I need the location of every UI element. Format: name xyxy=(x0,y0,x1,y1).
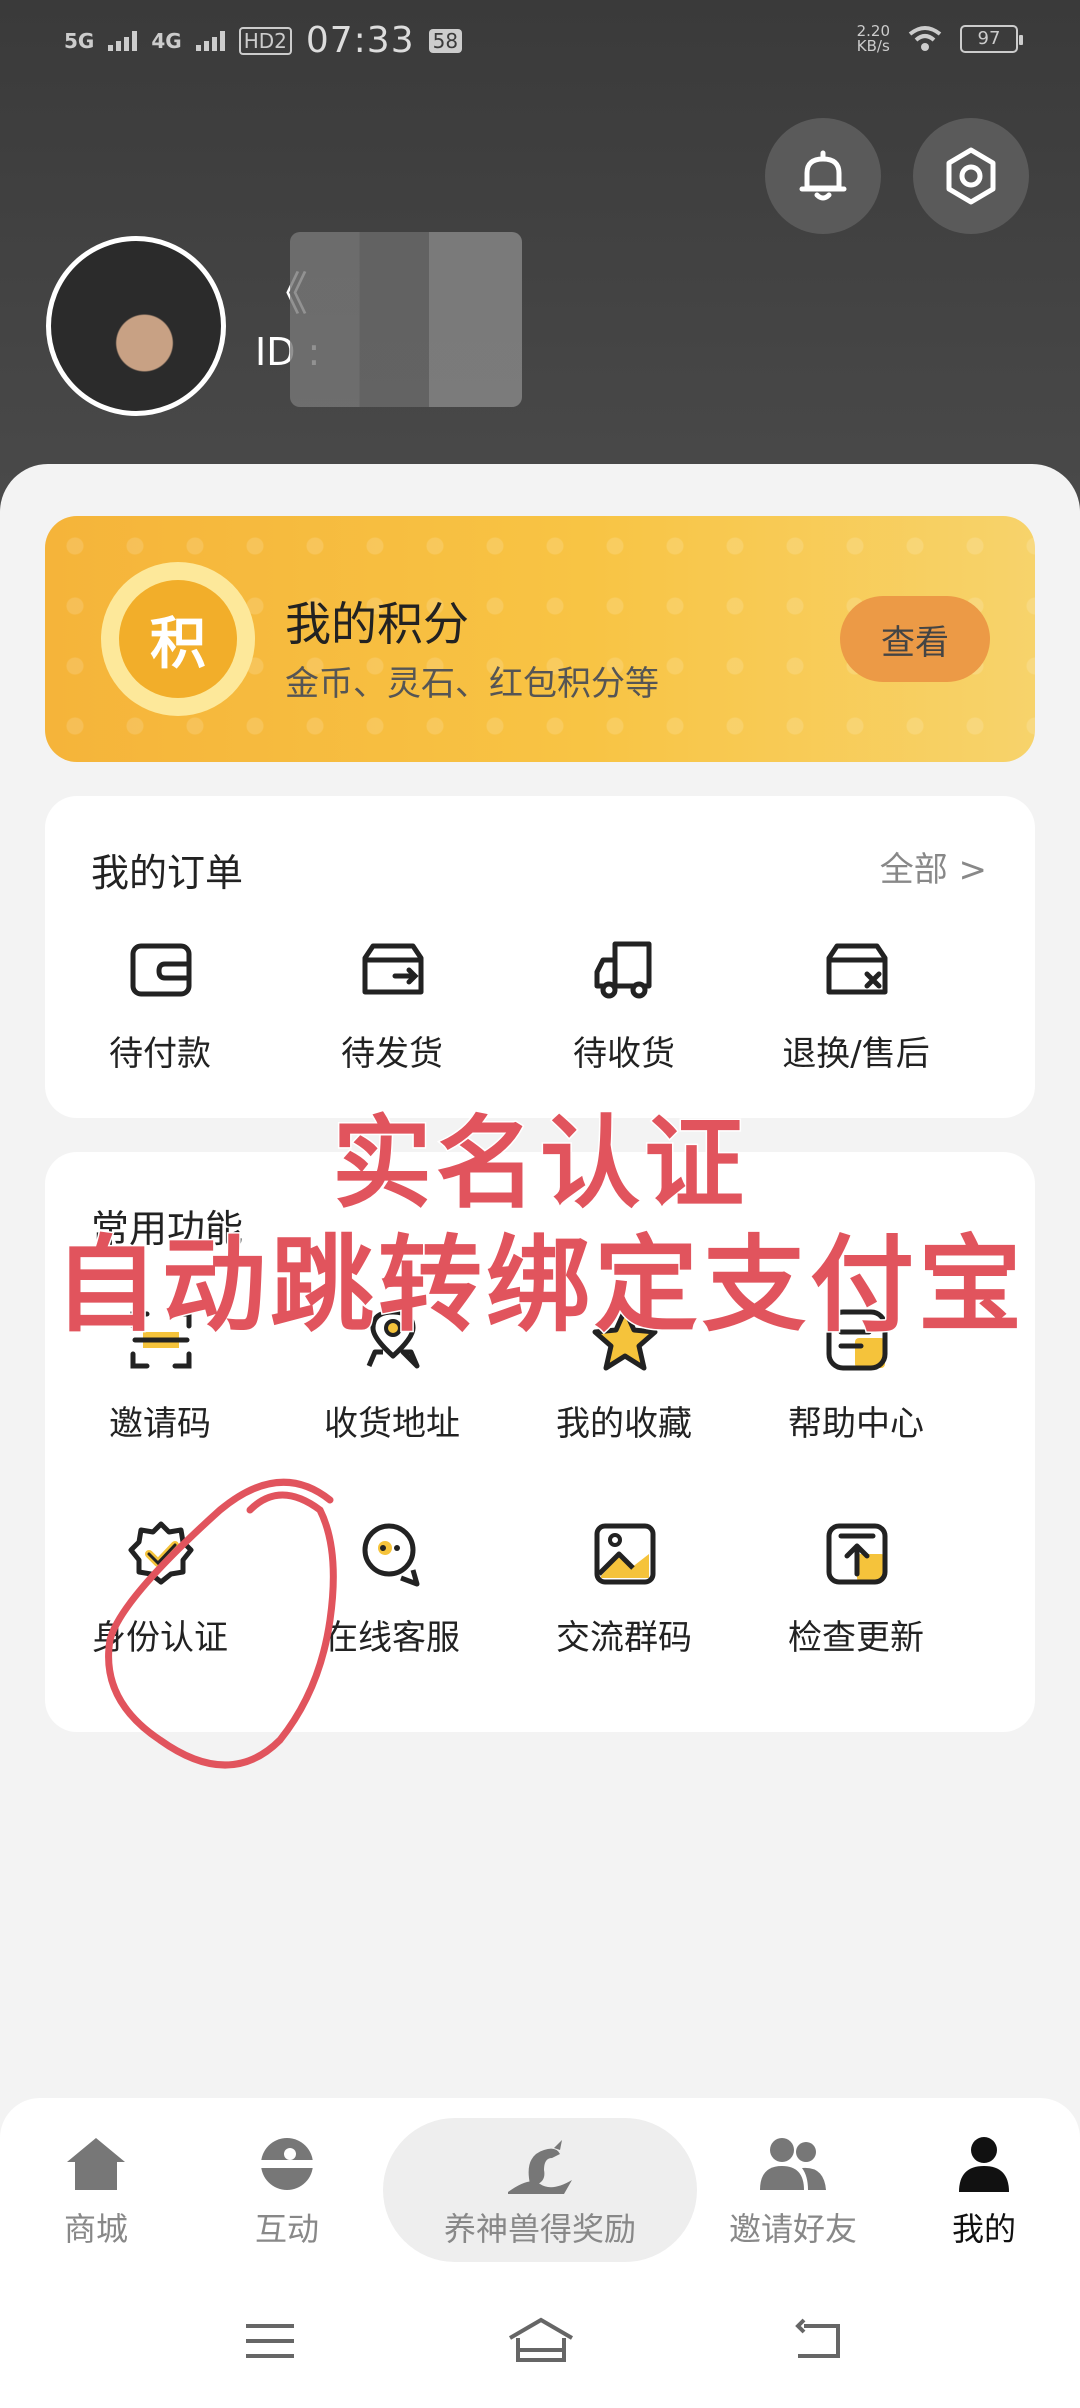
points-coin-char: 积 xyxy=(119,580,237,698)
wifi-icon xyxy=(908,26,942,51)
orders-title: 我的订单 xyxy=(91,851,244,895)
return-box-icon xyxy=(826,943,888,995)
image-qr-icon xyxy=(594,1523,656,1585)
back-icon[interactable] xyxy=(790,2316,850,2366)
planet-icon xyxy=(261,2138,313,2190)
network-5g-label: 5G xyxy=(64,28,95,53)
tab-mine[interactable]: 我的 xyxy=(904,2134,1064,2250)
notification-count-badge: 58 xyxy=(428,28,463,53)
tool-label: 收货地址 xyxy=(324,1404,460,1444)
home-icon xyxy=(67,2138,125,2190)
points-view-button[interactable]: 查看 xyxy=(840,596,990,682)
battery-icon: 97 xyxy=(960,25,1023,53)
orders-card: 我的订单 全部 > 待付款 待发货 待收货 退换/售后 xyxy=(45,796,1035,1118)
redacted-user-info xyxy=(290,232,522,407)
upload-update-icon xyxy=(826,1523,888,1585)
order-label: 退换/售后 xyxy=(782,1034,930,1074)
home-nav-icon[interactable] xyxy=(506,2316,576,2366)
tool-label: 邀请码 xyxy=(109,1404,211,1444)
ship-box-icon xyxy=(362,943,424,995)
tool-label: 交流群码 xyxy=(556,1618,692,1658)
tool-check-update[interactable]: 检查更新 xyxy=(741,1518,971,1668)
orders-all-link[interactable]: 全部 > xyxy=(880,842,987,891)
system-nav-bar xyxy=(0,2278,1080,2408)
user-icon xyxy=(959,2137,1009,2192)
order-pending-receipt[interactable]: 待收货 xyxy=(509,934,739,1084)
tool-group-code[interactable]: 交流群码 xyxy=(509,1518,739,1668)
tool-label: 帮助中心 xyxy=(788,1404,924,1444)
signal-icon xyxy=(108,30,138,51)
tab-label: 商城 xyxy=(63,2210,128,2248)
signal-icon-2 xyxy=(195,30,225,51)
gear-icon xyxy=(946,147,996,205)
truck-icon xyxy=(594,941,652,999)
friends-icon xyxy=(760,2138,826,2190)
bottom-tab-bar: 商城 互动 养神兽得奖励 邀请好友 我的 xyxy=(0,2098,1080,2278)
tool-label: 检查更新 xyxy=(788,1618,924,1658)
status-time: 07:33 xyxy=(305,20,415,61)
points-card[interactable]: 积 我的积分 金币、灵石、红包积分等 查看 xyxy=(45,516,1035,762)
tab-label: 邀请好友 xyxy=(728,2210,857,2248)
wallet-icon xyxy=(130,943,192,997)
network-speed: 2.20 KB/s xyxy=(857,24,890,54)
order-label: 待收货 xyxy=(573,1034,675,1074)
tab-label: 我的 xyxy=(951,2210,1016,2248)
order-pending-payment[interactable]: 待付款 xyxy=(45,934,275,1084)
hd-voice-badge: HD2 xyxy=(238,26,292,55)
notification-button[interactable] xyxy=(765,118,881,234)
tab-invite-friends[interactable]: 邀请好友 xyxy=(713,2134,873,2250)
avatar[interactable] xyxy=(46,236,226,416)
order-pending-shipment[interactable]: 待发货 xyxy=(277,934,507,1084)
points-title: 我的积分 xyxy=(285,597,469,651)
order-label: 待付款 xyxy=(109,1034,211,1074)
order-label: 待发货 xyxy=(341,1034,443,1074)
annotation-line-2: 自动跳转绑定支付宝 xyxy=(52,1223,1026,1348)
tool-label: 我的收藏 xyxy=(556,1404,692,1444)
status-bar: 5G 4G HD2 07:33 58 2.20 KB/s 97 xyxy=(0,0,1080,80)
tab-pet-rewards[interactable]: 养神兽得奖励 xyxy=(383,2118,697,2262)
profile-header: 5G 4G HD2 07:33 58 2.20 KB/s 97 《 ID : xyxy=(0,0,1080,520)
tab-label: 养神兽得奖励 xyxy=(443,2210,636,2248)
network-4g-label: 4G xyxy=(151,28,182,53)
bell-icon xyxy=(799,150,847,201)
speed-unit: KB/s xyxy=(856,37,890,55)
tab-mall[interactable]: 商城 xyxy=(16,2134,176,2250)
tab-label: 互动 xyxy=(254,2210,319,2248)
tab-interact[interactable]: 互动 xyxy=(207,2134,367,2250)
circle-annotation-mark xyxy=(105,1478,337,1769)
points-subtitle: 金币、灵石、红包积分等 xyxy=(285,664,659,704)
settings-button[interactable] xyxy=(913,118,1029,234)
menu-icon[interactable] xyxy=(240,2316,300,2366)
dragon-icon xyxy=(508,2140,572,2194)
order-after-sales[interactable]: 退换/售后 xyxy=(741,934,971,1084)
points-coin-icon: 积 xyxy=(101,562,255,716)
